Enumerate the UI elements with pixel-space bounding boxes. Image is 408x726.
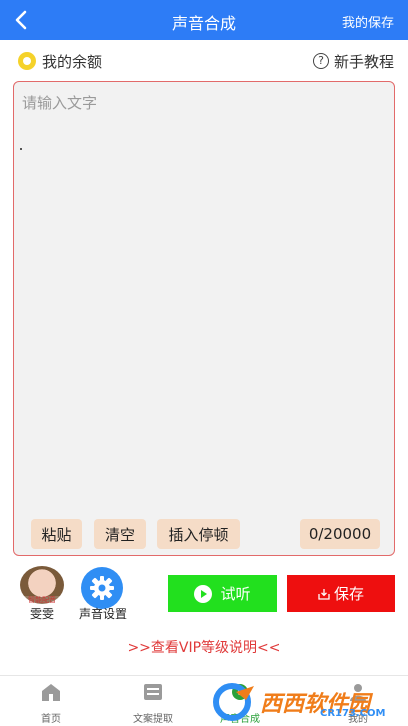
watermark-logo-icon [213, 683, 254, 721]
balance-link[interactable]: 我的余额 [18, 50, 102, 72]
balance-label: 我的余额 [42, 52, 103, 71]
my-saves-link[interactable]: 我的保存 [342, 12, 394, 31]
voice-name: 雯雯 [29, 607, 54, 621]
coin-icon [18, 52, 36, 70]
listen-button[interactable]: 试听 [168, 575, 277, 612]
nav-item-extract[interactable]: 文案提取 [113, 682, 193, 725]
watermark-sub: CR173.COM [320, 708, 386, 719]
voice-settings-label: 声音设置 [78, 607, 127, 621]
download-icon [318, 588, 330, 600]
insert-pause-button[interactable]: 插入停顿 [157, 519, 240, 549]
voice-avatar[interactable]: 智能配音 [20, 566, 64, 605]
tutorial-link[interactable]: ? 新手教程 [312, 50, 394, 72]
text-cursor [20, 148, 22, 150]
paste-button[interactable]: 粘贴 [31, 519, 82, 549]
vip-info-link[interactable]: >>查看VIP等级说明<< [0, 637, 408, 657]
nav-label-extract: 文案提取 [133, 714, 173, 725]
watermark: 西西软件园 CR173.COM [208, 682, 394, 722]
voice-settings-button[interactable] [81, 567, 123, 609]
help-icon: ? [312, 53, 329, 69]
text-input-placeholder[interactable]: 请输入文字 [22, 92, 386, 113]
save-button[interactable]: 保存 [287, 575, 395, 612]
tutorial-label: 新手教程 [333, 52, 394, 71]
home-icon [42, 684, 60, 701]
clear-button[interactable]: 清空 [94, 519, 146, 549]
text-editor[interactable]: 请输入文字 粘贴 清空 插入停顿 0/20000 [13, 81, 395, 556]
avatar-tag: 智能配音 [20, 596, 64, 605]
gear-icon [90, 576, 114, 600]
play-icon [194, 584, 213, 603]
nav-item-home[interactable]: 首页 [11, 682, 91, 725]
save-label: 保存 [333, 585, 364, 603]
listen-label: 试听 [220, 585, 251, 603]
extract-icon [144, 684, 162, 700]
app-header: 声音合成 我的保存 [0, 0, 408, 40]
nav-label-home: 首页 [41, 714, 61, 725]
char-count: 0/20000 [300, 519, 380, 549]
